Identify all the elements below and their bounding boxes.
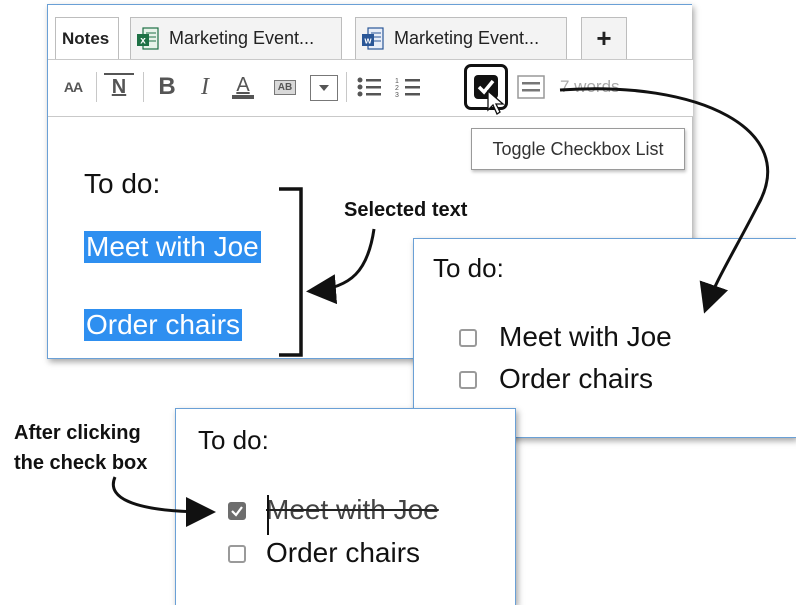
svg-text:2: 2 xyxy=(395,85,399,92)
italic-button[interactable]: I xyxy=(191,70,219,104)
checkbox-list-button[interactable] xyxy=(464,64,508,110)
plus-icon: + xyxy=(596,23,612,53)
selected-text-annotation: Selected text xyxy=(344,199,468,221)
word-file-icon: w xyxy=(362,26,384,51)
after-item-meet: Meet with Joe xyxy=(266,494,439,525)
toggle-checkbox-tooltip: Toggle Checkbox List xyxy=(471,128,685,170)
font-size-button[interactable]: AA xyxy=(58,70,88,104)
align-button[interactable] xyxy=(514,70,548,104)
text-style-button[interactable]: N xyxy=(104,73,134,99)
after-todo-heading: To do: xyxy=(198,425,269,455)
checkbox-icon xyxy=(474,75,498,99)
result-checkbox-order[interactable] xyxy=(459,371,477,389)
text-caret xyxy=(267,495,269,535)
bullet-list-button[interactable] xyxy=(354,70,384,104)
highlight-button[interactable]: AB xyxy=(268,70,302,104)
svg-text:x: x xyxy=(140,35,146,46)
word-count: 7 words xyxy=(560,77,620,96)
formatting-toolbar: AA N B I A AB 1 2 3 7 words xyxy=(48,59,693,117)
font-color-bar xyxy=(232,95,254,99)
svg-text:3: 3 xyxy=(395,92,399,99)
numbered-list-button[interactable]: 1 2 3 xyxy=(393,70,423,104)
result-checkbox-meet[interactable] xyxy=(459,329,477,347)
tab-notes-label: Notes xyxy=(62,28,110,48)
result-item-order: Order chairs xyxy=(499,363,654,394)
svg-text:1: 1 xyxy=(395,78,399,85)
numbered-list-icon: 1 2 3 xyxy=(395,78,420,99)
highlight-dropdown-button[interactable] xyxy=(310,75,338,101)
chevron-down-icon xyxy=(319,85,329,91)
selected-item-meet: Meet with Joe xyxy=(84,231,261,263)
result-todo-heading: To do: xyxy=(433,253,504,283)
todo-heading: To do: xyxy=(84,168,161,199)
tab-notes[interactable]: Notes xyxy=(55,17,119,59)
svg-text:w: w xyxy=(363,35,372,45)
after-item-order: Order chairs xyxy=(266,537,421,568)
tab-marketing-event-word[interactable]: w Marketing Event... xyxy=(355,17,567,59)
after-checkbox-order[interactable] xyxy=(228,545,246,563)
result-item-meet: Meet with Joe xyxy=(499,321,672,352)
align-icon xyxy=(517,75,545,99)
after-clicking-annotation: After clicking xyxy=(14,422,141,444)
tab-excel-label: Marketing Event... xyxy=(169,28,315,48)
tab-marketing-event-excel[interactable]: x Marketing Event... xyxy=(130,17,342,59)
bold-button[interactable]: B xyxy=(153,70,181,104)
selected-item-order: Order chairs xyxy=(84,309,243,341)
add-tab-button[interactable]: + xyxy=(581,17,627,59)
font-color-button[interactable]: A xyxy=(228,70,258,104)
tab-word-label: Marketing Event... xyxy=(394,28,540,48)
check-icon xyxy=(231,506,243,517)
check-box-annotation: the check box xyxy=(14,452,148,474)
after-checkbox-meet[interactable] xyxy=(228,502,246,520)
excel-file-icon: x xyxy=(137,26,159,51)
bullet-list-icon xyxy=(357,77,381,97)
after-click-panel: To do: Meet with Joe Order chairs xyxy=(175,408,516,605)
